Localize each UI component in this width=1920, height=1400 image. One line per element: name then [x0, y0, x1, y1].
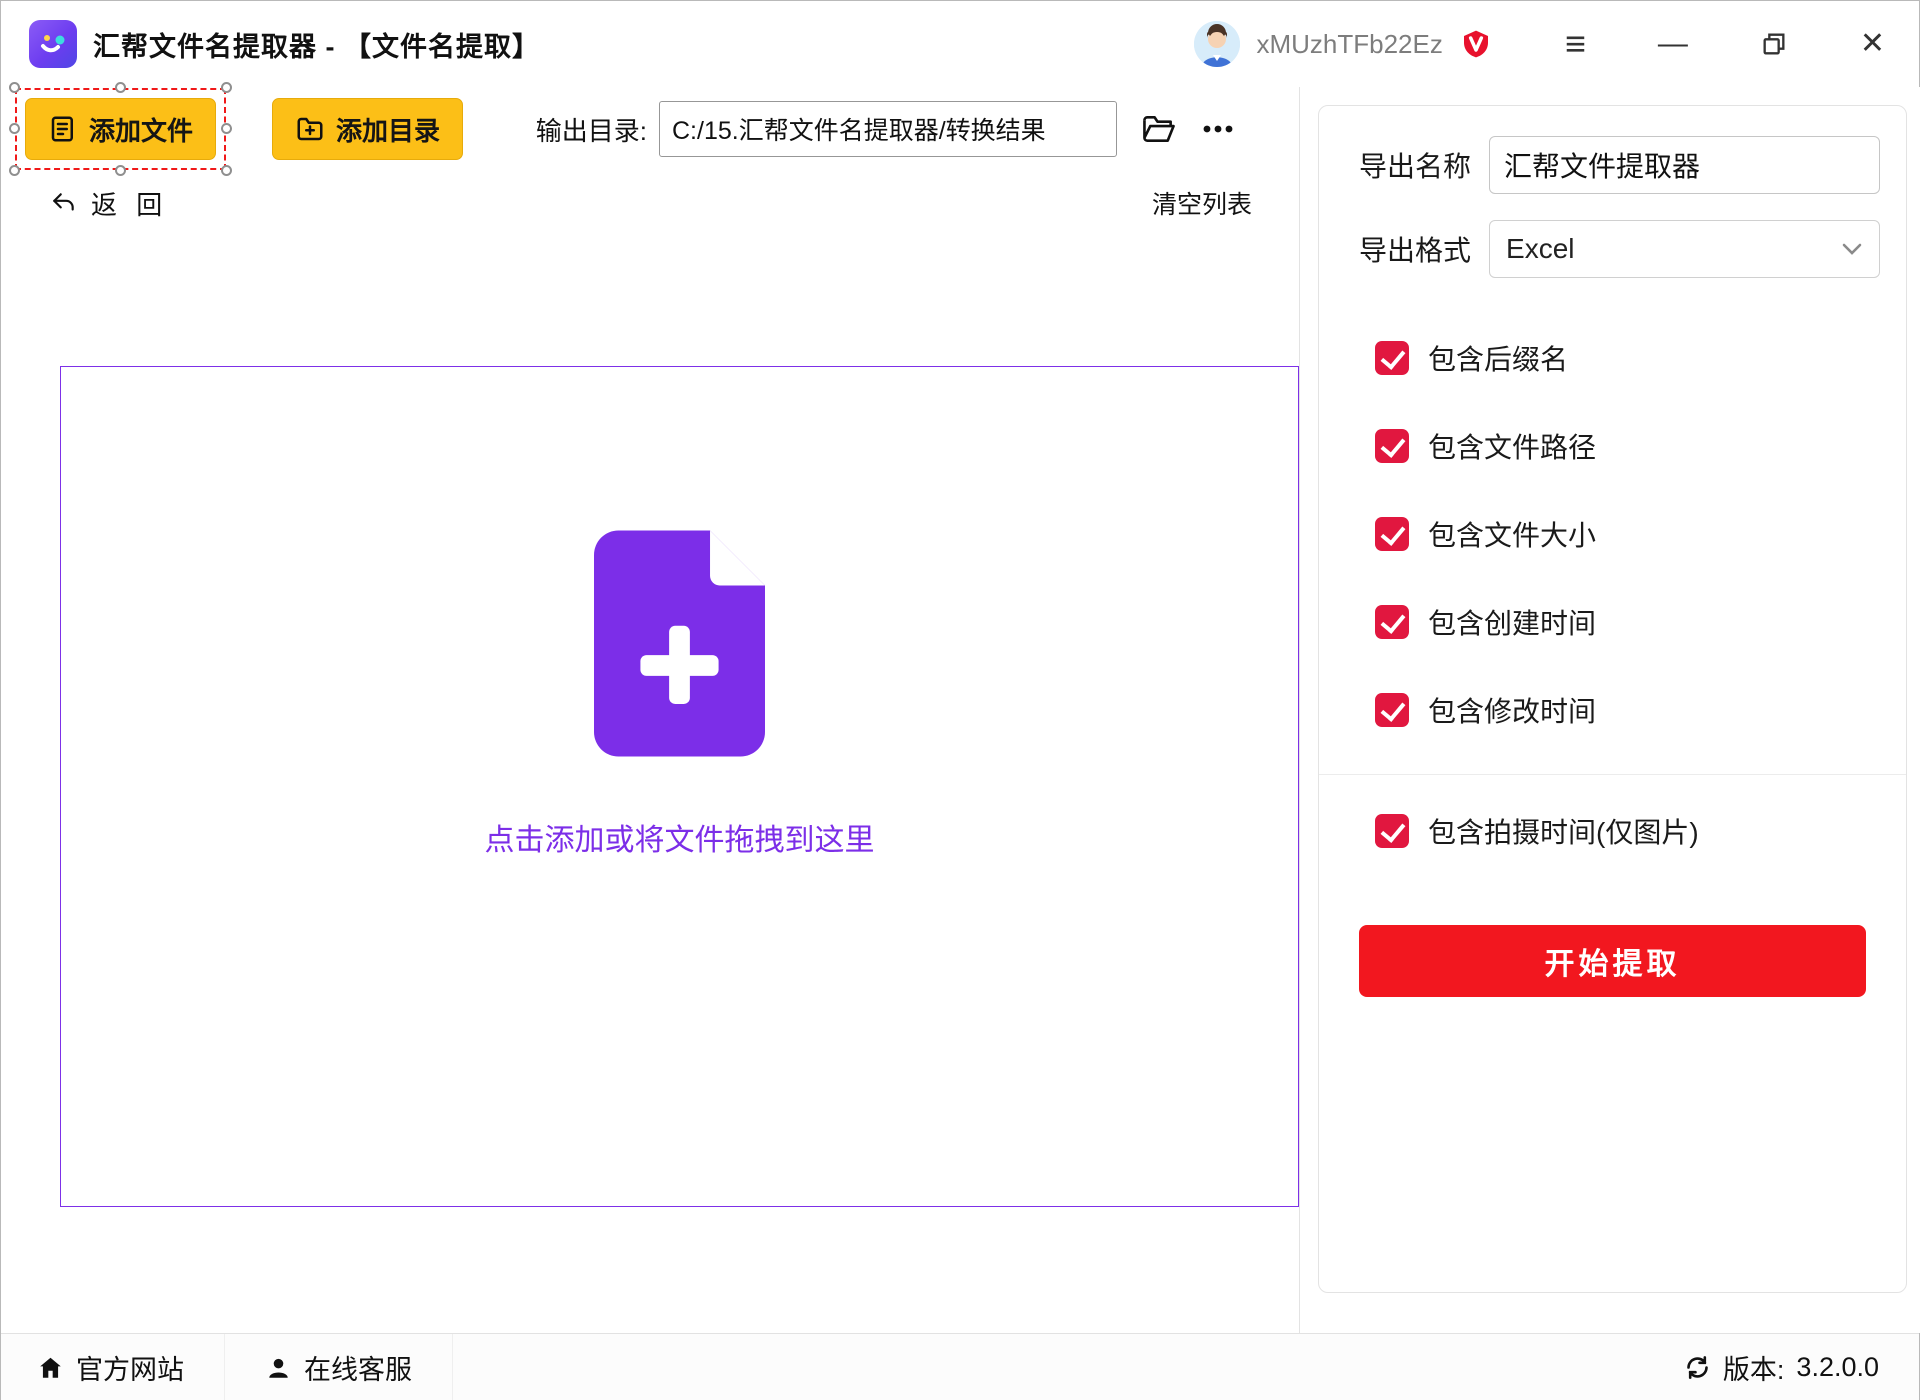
user-avatar[interactable]: [1194, 21, 1240, 67]
official-site-link[interactable]: 官方网站: [1, 1334, 225, 1400]
include-options-group: 包含后缀名 包含文件路径 包含文件大小 包含创建时间 包含修改时间: [1345, 338, 1880, 730]
option-include-created-time[interactable]: 包含创建时间: [1345, 602, 1880, 642]
add-file-icon: [48, 114, 78, 144]
online-service-link[interactable]: 在线客服: [225, 1334, 453, 1400]
export-name-input[interactable]: [1489, 136, 1880, 194]
settings-card: 导出名称 导出格式 Excel 包含后缀名: [1318, 105, 1907, 1293]
export-format-label: 导出格式: [1359, 229, 1471, 269]
start-extract-button[interactable]: 开始提取: [1359, 925, 1866, 997]
menu-button[interactable]: ≡: [1565, 26, 1586, 62]
version-info: 版本: 3.2.0.0: [1684, 1348, 1919, 1387]
browse-folder-button[interactable]: [1141, 113, 1177, 145]
option-include-path[interactable]: 包含文件路径: [1345, 426, 1880, 466]
add-folder-icon: [295, 114, 325, 144]
clear-list-button[interactable]: 清空列表: [1152, 185, 1252, 221]
minimize-button[interactable]: —: [1658, 29, 1688, 59]
selection-handle: [9, 165, 20, 176]
content-area: 点击添加或将文件拖拽到这里: [1, 223, 1299, 1333]
export-format-select[interactable]: Excel: [1489, 220, 1880, 278]
vip-badge-icon[interactable]: [1459, 28, 1493, 60]
selection-handle: [221, 165, 232, 176]
selection-handle: [115, 82, 126, 93]
checkbox-checked[interactable]: [1375, 341, 1409, 375]
option-include-modified-time[interactable]: 包含修改时间: [1345, 690, 1880, 730]
main-area: 添加文件 添加目录: [1, 87, 1300, 1333]
more-options-button[interactable]: [1201, 123, 1235, 135]
home-icon: [37, 1355, 64, 1381]
username-label: xMUzhTFb22Ez: [1256, 29, 1442, 60]
output-dir-input[interactable]: [659, 101, 1117, 157]
app-logo-icon: [29, 20, 77, 68]
checkbox-checked[interactable]: [1375, 814, 1409, 848]
settings-sidebar: 导出名称 导出格式 Excel 包含后缀名: [1300, 87, 1920, 1333]
toolbar: 添加文件 添加目录: [1, 96, 1299, 162]
add-file-selection: 添加文件: [25, 98, 216, 160]
option-include-size[interactable]: 包含文件大小: [1345, 514, 1880, 554]
options-divider: [1319, 774, 1906, 775]
back-button[interactable]: 返 回: [51, 185, 168, 222]
window-title: 汇帮文件名提取器 - 【文件名提取】: [93, 25, 540, 64]
export-name-label: 导出名称: [1359, 145, 1471, 185]
file-dropzone[interactable]: 点击添加或将文件拖拽到这里: [60, 366, 1299, 1207]
add-file-purple-icon: [594, 530, 765, 757]
option-include-extension[interactable]: 包含后缀名: [1345, 338, 1880, 378]
selection-handle: [9, 82, 20, 93]
selection-handle: [9, 123, 20, 134]
checkbox-checked[interactable]: [1375, 693, 1409, 727]
title-bar: 汇帮文件名提取器 - 【文件名提取】 xMUzhTFb22Ez ≡ —: [1, 1, 1919, 87]
version-value: 3.2.0.0: [1796, 1352, 1879, 1383]
selection-handle: [221, 123, 232, 134]
option-include-shot-time[interactable]: 包含拍摄时间(仅图片): [1345, 811, 1880, 851]
dropzone-hint: 点击添加或将文件拖拽到这里: [485, 815, 875, 859]
selection-handle: [221, 82, 232, 93]
status-bar: 官方网站 在线客服 版本: 3.2.0.0: [1, 1333, 1919, 1400]
chevron-down-icon: [1841, 242, 1863, 256]
person-icon: [265, 1355, 292, 1381]
maximize-button[interactable]: [1760, 30, 1788, 58]
checkbox-checked[interactable]: [1375, 429, 1409, 463]
selection-handle: [115, 165, 126, 176]
checkbox-checked[interactable]: [1375, 517, 1409, 551]
undo-arrow-icon: [51, 191, 77, 215]
refresh-icon[interactable]: [1684, 1354, 1711, 1381]
version-label: 版本:: [1723, 1348, 1785, 1387]
checkbox-checked[interactable]: [1375, 605, 1409, 639]
add-file-button[interactable]: 添加文件: [25, 98, 216, 160]
output-dir-label: 输出目录:: [536, 111, 647, 148]
add-directory-button[interactable]: 添加目录: [272, 98, 463, 160]
close-button[interactable]: ✕: [1860, 29, 1885, 59]
sub-toolbar: 返 回 清空列表: [1, 183, 1299, 223]
